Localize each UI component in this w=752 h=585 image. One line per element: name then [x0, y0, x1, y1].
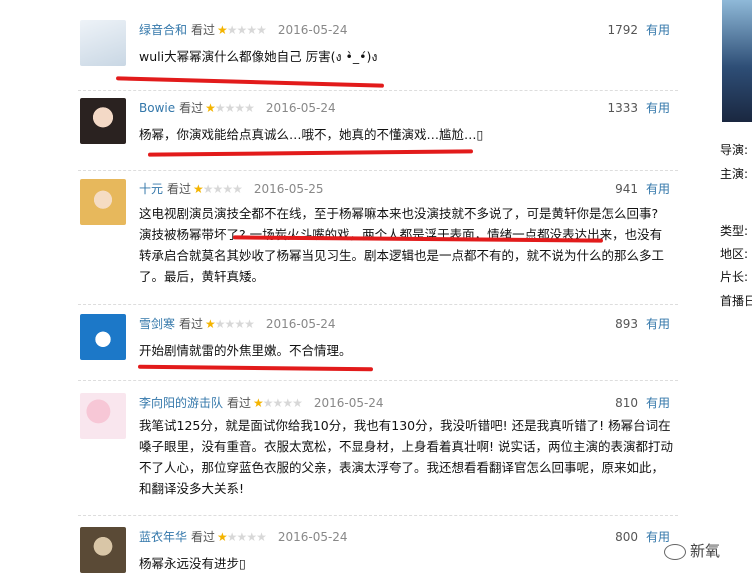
username-link[interactable]: 十元: [139, 182, 163, 196]
star-rating: ★★★★★: [193, 179, 243, 199]
review-text: 我笔试125分，就是面试你给我10分，我也有130分，我没听错吧! 还是我真听错…: [139, 418, 673, 496]
useful-button[interactable]: 有用: [646, 393, 670, 413]
review-item: 十元 看过 ★★★★★ 2016-05-25 941 有用 这电视剧演员演技全都不在线…: [78, 179, 678, 287]
username-link[interactable]: Bowie: [139, 101, 175, 115]
vote-count: 893: [615, 317, 638, 331]
avatar[interactable]: [80, 527, 126, 573]
star-empty-icon: ★★★★: [202, 182, 243, 196]
username-link[interactable]: 蓝衣年华: [139, 530, 187, 544]
review-text: 杨幂，你演戏能给点真诚么…哦不，她真的不懂演戏…尴尬…▯: [139, 127, 484, 142]
review-meta: 蓝衣年华 看过 ★★★★★ 2016-05-24: [139, 527, 348, 547]
username-link[interactable]: 雪剑寒: [139, 317, 175, 331]
avatar[interactable]: [80, 20, 126, 66]
review-date: 2016-05-24: [277, 23, 348, 37]
star-rating: ★★★★★: [253, 393, 303, 413]
avatar[interactable]: [80, 179, 126, 225]
review-item: Bowie 看过 ★★★★★ 2016-05-24 1333 有用 杨幂，你演戏能给点…: [78, 98, 678, 168]
star-icon: ★: [217, 530, 228, 544]
avatar[interactable]: [80, 393, 126, 439]
divider: [78, 90, 678, 91]
cast-label: 主演:: [720, 167, 749, 181]
vote-count: 1792: [607, 23, 638, 37]
star-rating: ★★★★★: [217, 20, 267, 40]
review-item: 李向阳的游击队 看过 ★★★★★ 2016-05-24 810 有用 我笔试125分，…: [78, 393, 678, 501]
star-empty-icon: ★★★★: [226, 530, 267, 544]
review-meta: 十元 看过 ★★★★★ 2016-05-25: [139, 179, 324, 199]
review-meta: Bowie 看过 ★★★★★ 2016-05-24: [139, 98, 336, 118]
review-meta: 绿音合和 看过 ★★★★★ 2016-05-24: [139, 20, 348, 40]
genre-label: 类型:: [720, 224, 749, 238]
divider: [78, 515, 678, 516]
watched-label: 看过: [179, 101, 204, 115]
sidebar-info: 导演: 主演: 类型: 地区: 片长: 首播日: [716, 0, 752, 585]
divider: [78, 304, 678, 305]
avatar[interactable]: [80, 98, 126, 144]
duration-label: 片长:: [720, 270, 749, 284]
star-empty-icon: ★★★★: [214, 317, 255, 331]
review-date: 2016-05-24: [277, 530, 348, 544]
region-label: 地区:: [720, 247, 749, 261]
star-empty-icon: ★★★★: [214, 101, 255, 115]
review-date: 2016-05-25: [253, 182, 324, 196]
review-date: 2016-05-24: [265, 317, 336, 331]
review-meta: 雪剑寒 看过 ★★★★★ 2016-05-24: [139, 314, 336, 334]
review-text: 杨幂永远没有进步▯: [139, 556, 246, 571]
star-icon: ★: [253, 396, 264, 410]
watched-label: 看过: [191, 530, 216, 544]
star-icon: ★: [205, 317, 216, 331]
vote-count: 810: [615, 396, 638, 410]
username-link[interactable]: 李向阳的游击队: [139, 396, 223, 410]
useful-button[interactable]: 有用: [646, 20, 670, 40]
star-rating: ★★★★★: [205, 314, 255, 334]
watched-label: 看过: [191, 23, 216, 37]
watched-label: 看过: [227, 396, 252, 410]
star-rating: ★★★★★: [205, 98, 255, 118]
review-meta: 李向阳的游击队 看过 ★★★★★ 2016-05-24: [139, 393, 384, 413]
watched-label: 看过: [179, 317, 204, 331]
star-icon: ★: [193, 182, 204, 196]
review-text: 这电视剧演员演技全都不在线，至于杨幂嘛本来也没演技就不多说了，可是黄轩你是怎么回…: [139, 206, 665, 284]
wechat-icon: [664, 543, 686, 560]
star-empty-icon: ★★★★: [226, 23, 267, 37]
vote-count: 1333: [607, 101, 638, 115]
review-text: 开始剧情就雷的外焦里嫩。不合情理。: [139, 343, 352, 358]
star-rating: ★★★★★: [217, 527, 267, 547]
poster-image[interactable]: [722, 0, 752, 122]
useful-button[interactable]: 有用: [646, 314, 670, 334]
star-icon: ★: [205, 101, 216, 115]
star-icon: ★: [217, 23, 228, 37]
watermark-text: 新氧: [690, 542, 721, 560]
avatar[interactable]: [80, 314, 126, 360]
vote-count: 800: [615, 530, 638, 544]
watched-label: 看过: [167, 182, 192, 196]
director-label: 导演:: [720, 143, 749, 157]
review-item: 蓝衣年华 看过 ★★★★★ 2016-05-24 800 有用 杨幂永远没有进步▯: [78, 527, 678, 585]
vote-count: 941: [615, 182, 638, 196]
review-text: wuli大幂幂演什么都像她自己 厉害(ง •̀_•́)ง: [139, 49, 378, 64]
premiere-label: 首播日: [720, 294, 752, 308]
useful-button[interactable]: 有用: [646, 179, 670, 199]
review-date: 2016-05-24: [265, 101, 336, 115]
useful-button[interactable]: 有用: [646, 98, 670, 118]
star-empty-icon: ★★★★: [262, 396, 303, 410]
divider: [78, 170, 678, 171]
watermark: 新氧: [664, 540, 720, 561]
divider: [78, 380, 678, 381]
username-link[interactable]: 绿音合和: [139, 23, 187, 37]
review-date: 2016-05-24: [313, 396, 384, 410]
